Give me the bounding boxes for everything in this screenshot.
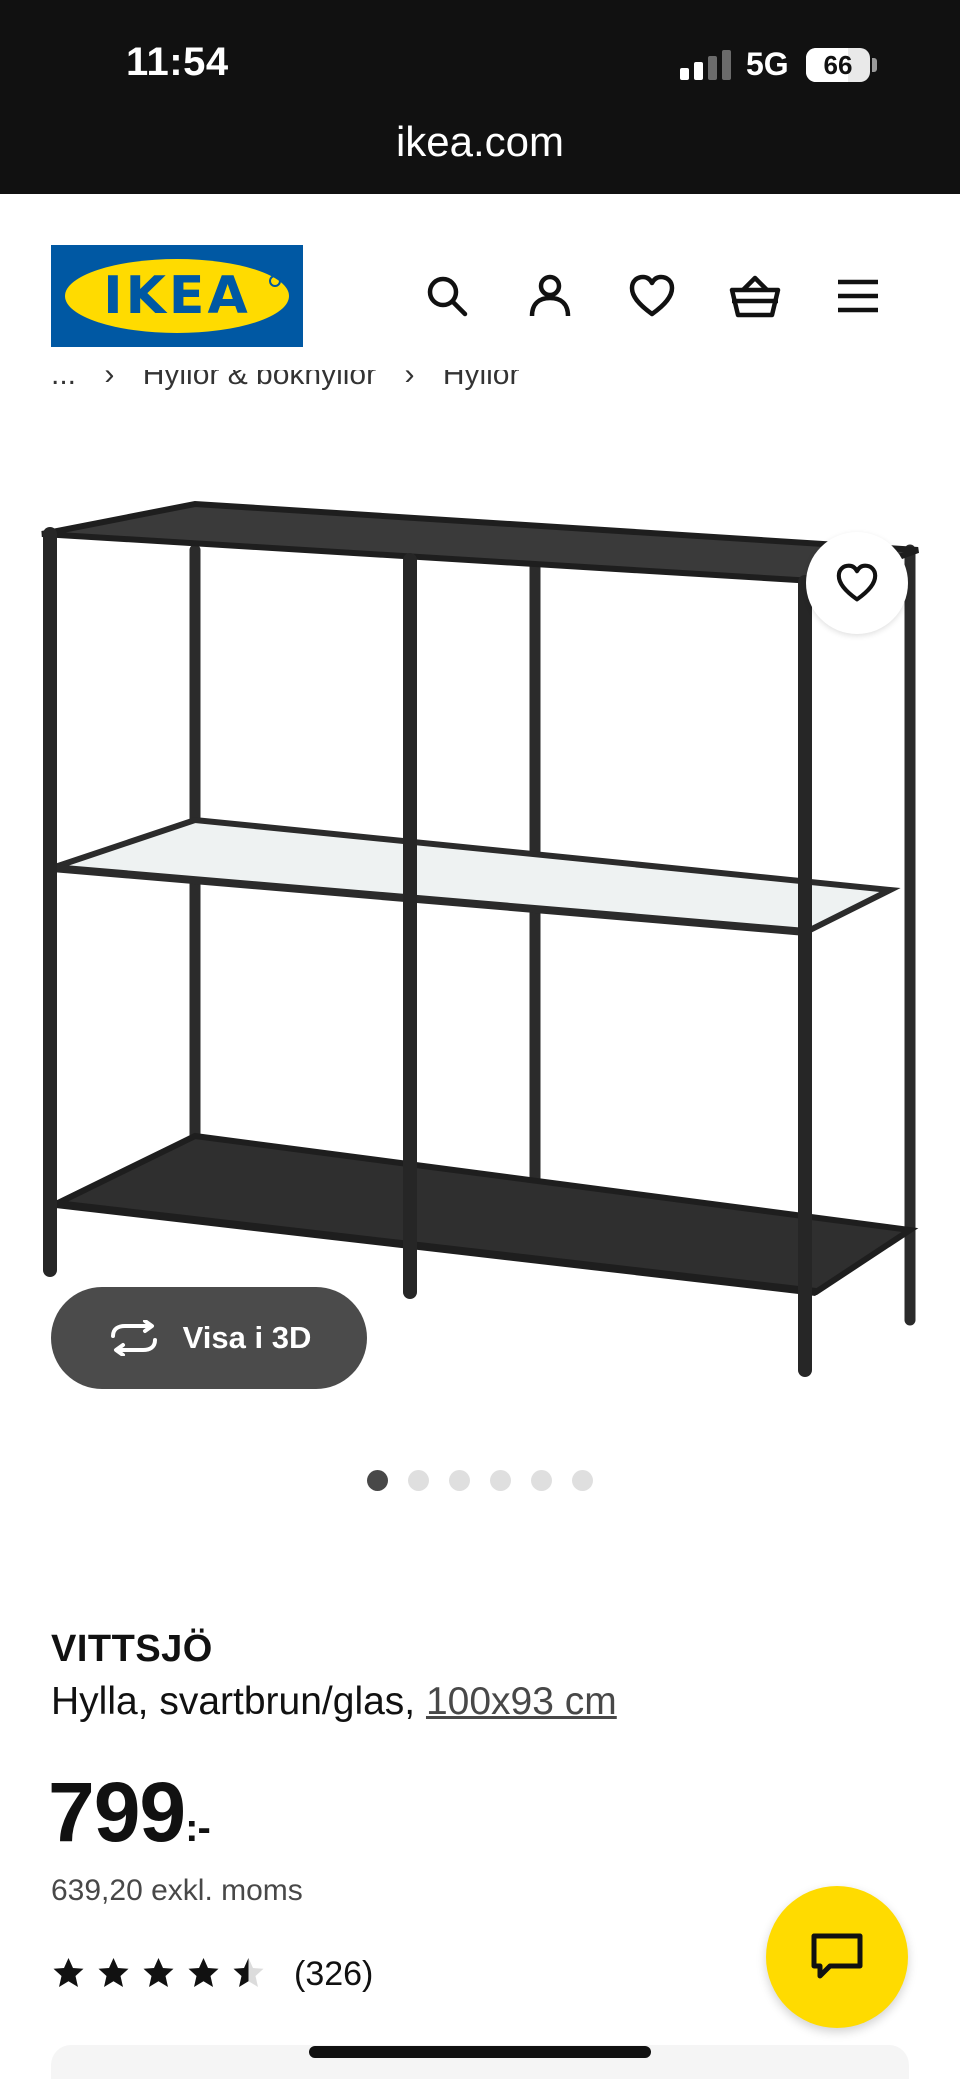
network-type: 5G	[746, 46, 789, 82]
image-pager	[0, 1470, 960, 1491]
menu-button[interactable]	[826, 264, 890, 328]
status-time: 11:54	[126, 40, 229, 84]
rotate-3d-icon	[110, 1320, 157, 1356]
logo-text: IKEA	[103, 266, 251, 326]
menu-icon	[838, 279, 878, 313]
star-icon	[98, 1958, 129, 1987]
view-in-3d-label: Visa i 3D	[182, 1320, 312, 1355]
search-icon	[427, 276, 468, 317]
cellular-signal-icon	[680, 50, 732, 80]
product-price: 799:-	[48, 1764, 211, 1861]
price-value: 799	[48, 1765, 186, 1859]
price-suffix: :-	[185, 1806, 211, 1850]
heart-icon	[836, 563, 878, 602]
price-excluding-vat: 639,20 exkl. moms	[51, 1874, 303, 1907]
browser-chrome: 11:54 5G 66 ikea.com	[0, 0, 960, 194]
account-button[interactable]	[518, 264, 582, 328]
product-size-link[interactable]: 100x93 cm	[426, 1680, 617, 1723]
address-bar-url[interactable]: ikea.com	[0, 118, 960, 166]
chat-icon	[811, 1933, 863, 1979]
star-icon	[53, 1958, 84, 1987]
review-count[interactable]: (326)	[294, 1955, 373, 1994]
cart-button[interactable]	[723, 264, 787, 328]
breadcrumb-separator: ›	[404, 370, 415, 391]
product-name: VITTSJÖ	[51, 1628, 213, 1670]
pager-dot[interactable]	[367, 1470, 388, 1491]
pager-dot[interactable]	[408, 1470, 429, 1491]
home-indicator[interactable]	[309, 2046, 651, 2058]
product-description: Hylla, svartbrun/glas, 100x93 cm	[51, 1680, 617, 1724]
breadcrumb-separator: ›	[104, 370, 115, 391]
product-image[interactable]	[30, 470, 930, 1430]
star-icon	[188, 1958, 219, 1987]
product-type-text: Hylla, svartbrun/glas,	[51, 1680, 426, 1723]
search-button[interactable]	[415, 264, 479, 328]
breadcrumb-item-shelves[interactable]: Hyllor	[443, 370, 520, 391]
ikea-logo[interactable]: IKEA	[51, 245, 303, 347]
cart-icon	[729, 275, 781, 318]
battery-icon: 66	[806, 48, 870, 82]
save-to-wishlist-button[interactable]	[806, 532, 908, 634]
rating-stars[interactable]	[51, 1956, 266, 1990]
wishlist-button[interactable]	[620, 264, 684, 328]
star-icon	[233, 1958, 264, 1987]
breadcrumb-item-shelves-bookcases[interactable]: Hyllor & bokhyllor	[143, 370, 376, 391]
pager-dot[interactable]	[572, 1470, 593, 1491]
pager-dot[interactable]	[531, 1470, 552, 1491]
star-icon	[143, 1958, 174, 1987]
battery-level: 66	[823, 50, 853, 80]
heart-icon	[629, 274, 675, 317]
pager-dot[interactable]	[449, 1470, 470, 1491]
chat-button[interactable]	[766, 1886, 908, 2028]
account-icon	[529, 274, 571, 317]
breadcrumb-ellipsis[interactable]: ...	[51, 370, 76, 391]
battery-tip	[872, 58, 877, 72]
pager-dot[interactable]	[490, 1470, 511, 1491]
view-in-3d-button[interactable]: Visa i 3D	[51, 1287, 367, 1389]
breadcrumb: ... › Hyllor & bokhyllor › Hyllor	[51, 370, 911, 412]
registered-mark	[269, 275, 281, 287]
